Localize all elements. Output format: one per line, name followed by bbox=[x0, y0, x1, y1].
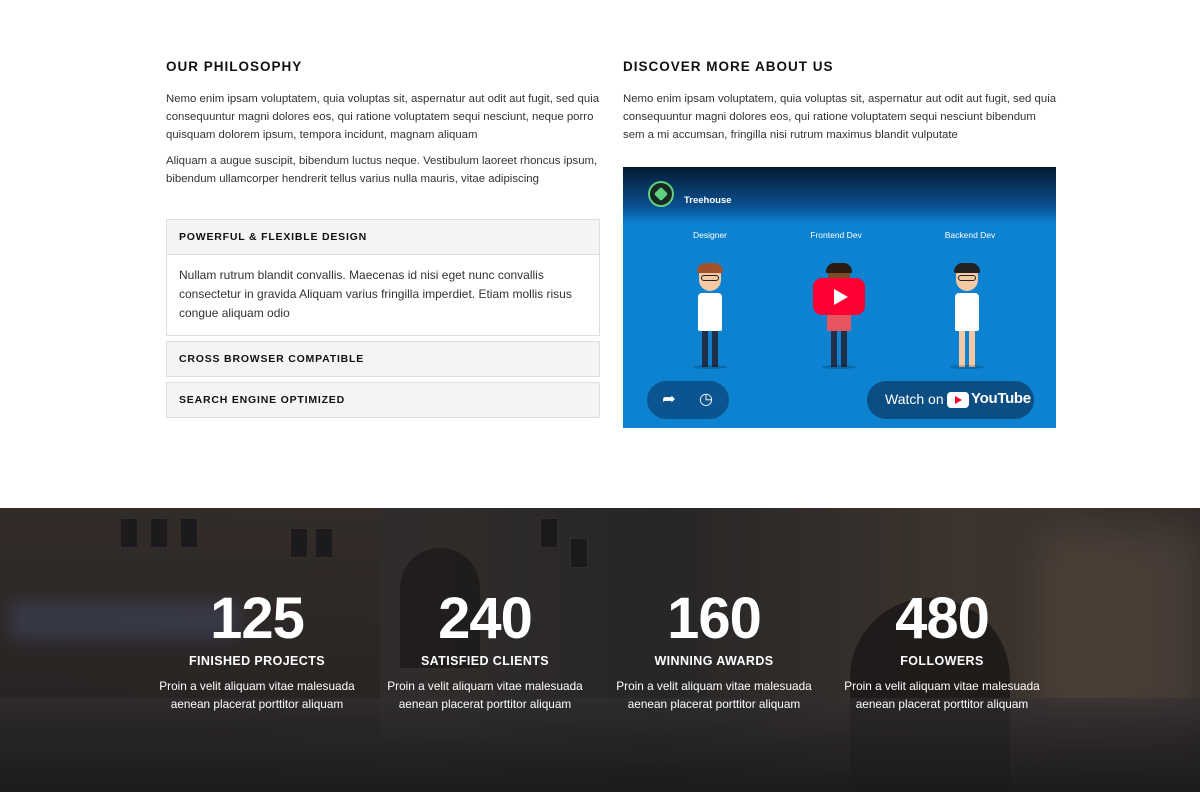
stat-followers: 480 FOLLOWERS Proin a velit aliquam vita… bbox=[842, 590, 1042, 713]
channel-name[interactable]: Treehouse bbox=[684, 195, 732, 206]
channel-logo-icon[interactable] bbox=[648, 181, 674, 207]
accordion-item-seo: SEARCH ENGINE OPTIMIZED bbox=[166, 382, 600, 418]
stat-label: FOLLOWERS bbox=[900, 654, 984, 668]
philosophy-column: OUR PHILOSOPHY Nemo enim ipsam voluptate… bbox=[166, 58, 600, 188]
accordion-header-design[interactable]: POWERFUL & FLEXIBLE DESIGN bbox=[167, 220, 599, 254]
role-frontend: Frontend Dev bbox=[810, 230, 862, 240]
accordion-header-seo[interactable]: SEARCH ENGINE OPTIMIZED bbox=[167, 383, 599, 417]
stat-finished-projects: 125 FINISHED PROJECTS Proin a velit aliq… bbox=[157, 590, 357, 713]
watch-on-label: Watch on bbox=[885, 391, 944, 407]
role-designer: Designer bbox=[692, 230, 728, 240]
stat-label: SATISFIED CLIENTS bbox=[420, 654, 550, 668]
accordion-header-browser[interactable]: CROSS BROWSER COMPATIBLE bbox=[167, 342, 599, 376]
youtube-logo-icon bbox=[947, 392, 969, 408]
stat-label: WINNING AWARDS bbox=[654, 654, 774, 668]
accordion-item-design: POWERFUL & FLEXIBLE DESIGN Nullam rutrum… bbox=[166, 219, 600, 336]
stat-description: Proin a velit aliquam vitae malesuada ae… bbox=[616, 679, 812, 711]
stat-description: Proin a velit aliquam vitae malesuada ae… bbox=[387, 679, 583, 711]
share-icon[interactable]: ➦ bbox=[659, 390, 679, 410]
backend-character-illustration bbox=[947, 263, 987, 369]
stats-section: 125 FINISHED PROJECTS Proin a velit aliq… bbox=[0, 508, 1200, 792]
stat-number: 160 bbox=[667, 586, 762, 651]
philosophy-paragraph-1: Nemo enim ipsam voluptatem, quia volupta… bbox=[166, 93, 600, 141]
designer-character-illustration bbox=[690, 263, 730, 369]
about-section: OUR PHILOSOPHY Nemo enim ipsam voluptate… bbox=[0, 0, 1200, 508]
discover-column: DISCOVER MORE ABOUT US Nemo enim ipsam v… bbox=[623, 58, 1057, 144]
discover-paragraph: Nemo enim ipsam voluptatem, quia volupta… bbox=[623, 93, 1057, 141]
video-embed[interactable]: Treehouse Designer Frontend Dev Backend … bbox=[623, 167, 1056, 428]
features-accordion: POWERFUL & FLEXIBLE DESIGN Nullam rutrum… bbox=[166, 219, 600, 423]
stat-number: 480 bbox=[895, 586, 990, 651]
philosophy-heading: OUR PHILOSOPHY bbox=[166, 59, 303, 74]
role-backend: Backend Dev bbox=[944, 230, 996, 240]
clock-icon[interactable]: ◷ bbox=[696, 390, 716, 410]
stat-satisfied-clients: 240 SATISFIED CLIENTS Proin a velit aliq… bbox=[385, 590, 585, 713]
youtube-wordmark: YouTube bbox=[971, 390, 1031, 407]
watch-on-youtube-button[interactable]: Watch on YouTube bbox=[867, 381, 1034, 419]
play-icon[interactable] bbox=[813, 278, 865, 315]
stat-description: Proin a velit aliquam vitae malesuada ae… bbox=[844, 679, 1040, 711]
stat-number: 125 bbox=[210, 586, 305, 651]
stat-number: 240 bbox=[438, 586, 533, 651]
stat-description: Proin a velit aliquam vitae malesuada ae… bbox=[159, 679, 355, 711]
discover-heading: DISCOVER MORE ABOUT US bbox=[623, 59, 834, 74]
video-controls: ➦ ◷ bbox=[647, 381, 729, 419]
stat-winning-awards: 160 WINNING AWARDS Proin a velit aliquam… bbox=[614, 590, 814, 713]
philosophy-paragraph-2: Aliquam a augue suscipit, bibendum luctu… bbox=[166, 155, 598, 185]
stat-label: FINISHED PROJECTS bbox=[189, 654, 325, 668]
accordion-item-browser: CROSS BROWSER COMPATIBLE bbox=[166, 341, 600, 377]
accordion-body-design: Nullam rutrum blandit convallis. Maecena… bbox=[167, 254, 599, 335]
